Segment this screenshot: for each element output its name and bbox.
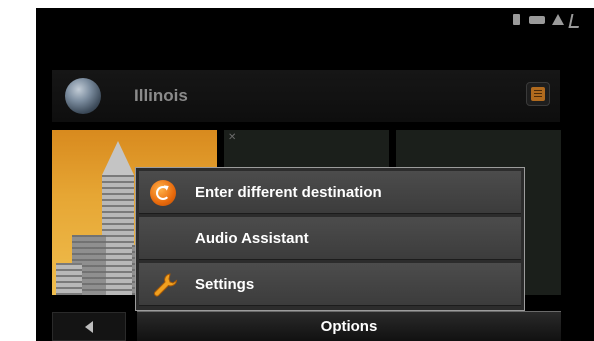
warning-icon [552,14,564,25]
list-icon [531,87,545,101]
building-icon [56,263,82,295]
globe-icon [65,78,101,114]
region-header: Illinois [52,70,560,122]
option-label: Audio Assistant [195,230,309,247]
options-title-bar: Options [137,311,561,341]
options-title: Options [320,318,378,335]
menu-button[interactable] [526,82,550,106]
region-label: Illinois [134,86,188,105]
status-bar [504,12,594,28]
skyscraper-icon [102,175,134,295]
sim-card-icon [513,14,520,25]
option-label: Enter different destination [195,184,382,201]
skyscraper-spire [102,141,134,175]
navigation-screen: Illinois ✕ Enter different destination A… [36,8,594,341]
tile-mark-icon: ✕ [228,132,237,143]
options-popup: Enter different destination Audio Assist… [135,167,525,311]
back-button[interactable] [52,312,126,341]
option-audio-assistant[interactable]: Audio Assistant [139,217,521,260]
signal-icon [568,14,582,28]
option-label: Settings [195,276,255,293]
option-settings[interactable]: Settings [139,263,521,306]
option-enter-different-destination[interactable]: Enter different destination [139,171,521,214]
wrench-icon [154,273,178,297]
refresh-icon [150,180,176,206]
battery-icon [529,16,545,24]
back-arrow-icon [85,321,93,333]
